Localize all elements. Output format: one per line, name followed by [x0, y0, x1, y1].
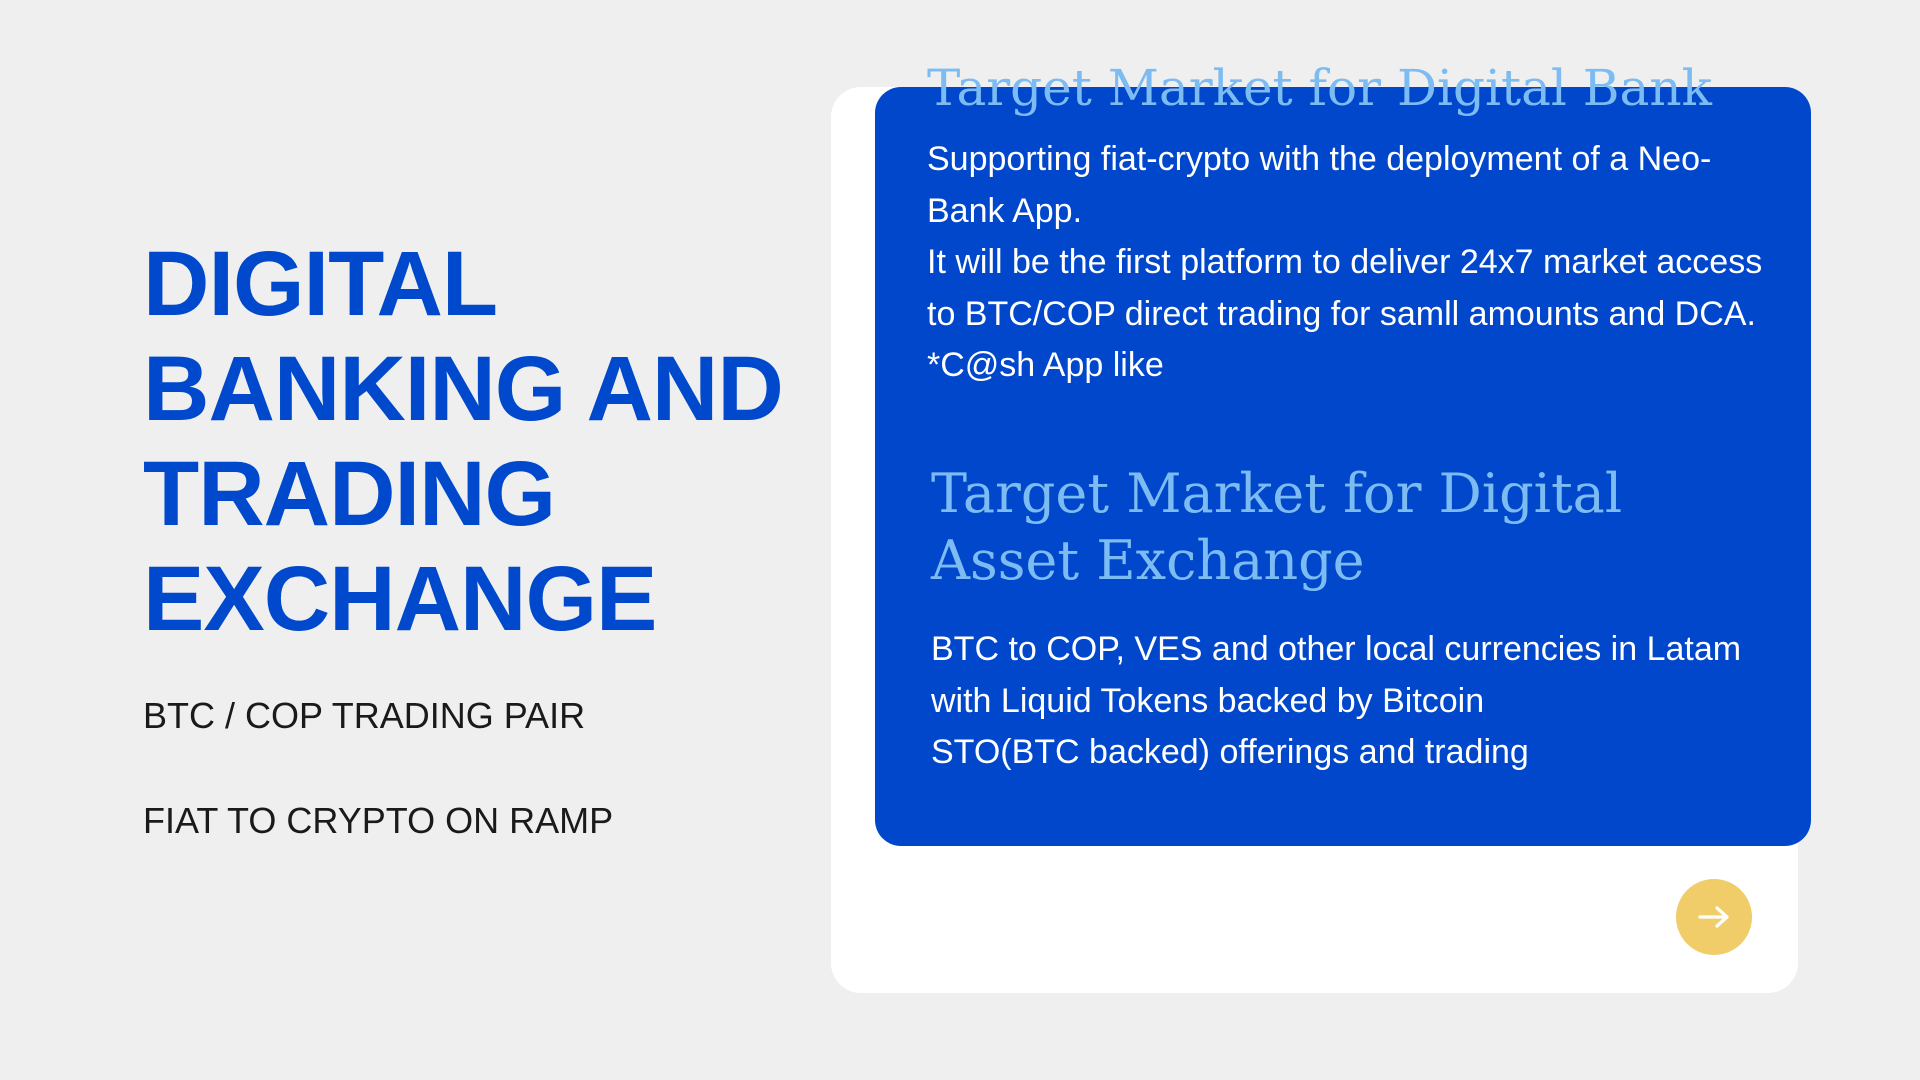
arrow-right-icon — [1698, 906, 1729, 928]
body-line: It will be the first platform to deliver… — [927, 243, 1763, 333]
section-title-digital-bank: Target Market for Digital Bank — [927, 59, 1712, 117]
body-line: STO(BTC backed) offerings and trading — [931, 733, 1529, 771]
body-line: BTC to COP, VES and other local currenci… — [931, 630, 1742, 720]
section-body-asset-exchange: BTC to COP, VES and other local currenci… — [931, 624, 1791, 779]
subtitle-trading-pair: BTC / COP TRADING PAIR — [143, 695, 586, 736]
subtitle-on-ramp: FIAT TO CRYPTO ON RAMP — [143, 800, 614, 841]
body-line: *C@sh App like — [927, 346, 1164, 384]
section-title-asset-exchange: Target Market for Digital Asset Exchange — [931, 462, 1623, 592]
next-button[interactable] — [1676, 879, 1752, 955]
main-heading: DIGITAL BANKING AND TRADING EXCHANGE — [143, 232, 784, 652]
heading-line: TRADING — [143, 443, 556, 545]
section-body-digital-bank: Supporting fiat-crypto with the deployme… — [927, 134, 1787, 392]
heading-line: BANKING AND — [143, 338, 784, 440]
heading-line: EXCHANGE — [143, 548, 657, 650]
heading-line: DIGITAL — [143, 233, 498, 335]
body-line: Supporting fiat-crypto with the deployme… — [927, 140, 1712, 230]
